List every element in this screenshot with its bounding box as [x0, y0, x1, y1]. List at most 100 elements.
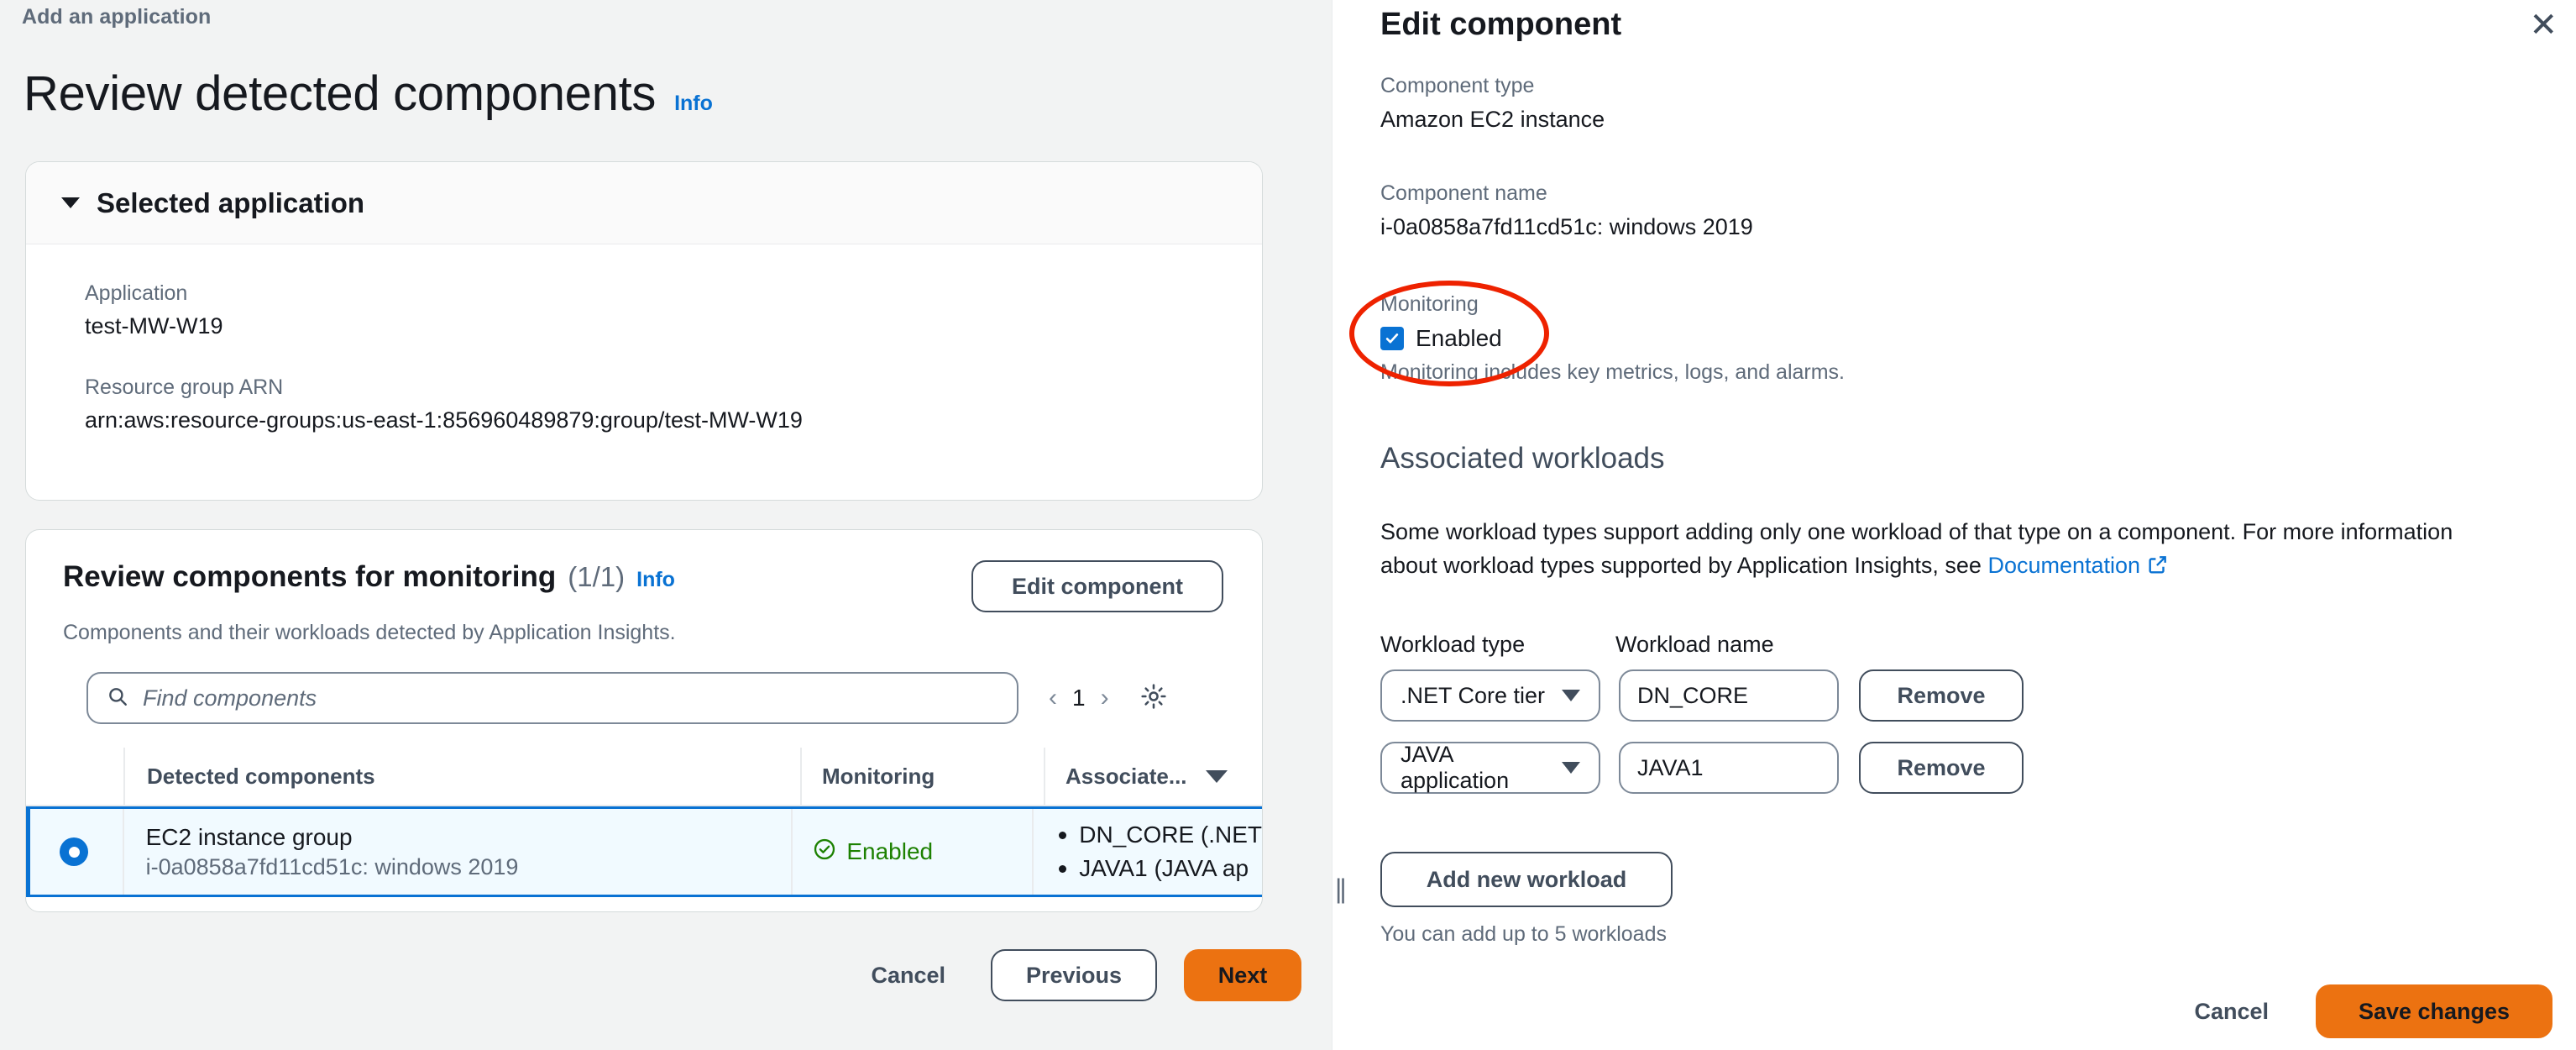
resource-group-arn-value: arn:aws:resource-groups:us-east-1:856960…: [85, 407, 803, 433]
workload-type-select-1[interactable]: .NET Core tier: [1380, 669, 1600, 722]
chevron-down-icon: [1562, 762, 1580, 774]
monitoring-hint-text: Monitoring includes key metrics, logs, a…: [1380, 360, 1846, 384]
list-item: JAVA1 (JAVA ap: [1054, 852, 1262, 885]
column-header-associated[interactable]: Associate...: [1044, 748, 1262, 805]
next-button[interactable]: Next: [1184, 949, 1301, 1001]
review-components-header: Review components for monitoring (1/1) I…: [26, 530, 1262, 612]
chevron-down-icon: [1562, 690, 1580, 701]
panel-splitter[interactable]: ||: [1332, 0, 1347, 1050]
cell-associated-workloads: DN_CORE (.NET JAVA1 (JAVA ap: [1032, 809, 1262, 895]
review-components-count: (1/1): [568, 561, 626, 592]
add-new-workload-button[interactable]: Add new workload: [1380, 852, 1673, 907]
workload-type-select-1-value: .NET Core tier: [1401, 682, 1546, 708]
application-field: Application test-MW-W19: [85, 281, 1262, 339]
review-header-text-block: Review components for monitoring (1/1) I…: [63, 560, 675, 594]
pagination-prev-icon[interactable]: ‹: [1049, 684, 1057, 712]
wizard-footer-actions: Cancel Previous Next: [852, 949, 1301, 1001]
workload-limit-hint: You can add up to 5 workloads: [1380, 922, 1667, 946]
resource-group-arn-field: Resource group ARN arn:aws:resource-grou…: [85, 375, 1262, 433]
external-link-icon[interactable]: [2147, 552, 2169, 585]
page-info-link[interactable]: Info: [674, 92, 713, 116]
splitter-grip-icon[interactable]: ||: [1335, 874, 1347, 905]
pagination: ‹ 1 ›: [1049, 684, 1109, 712]
workload-row: .NET Core tier Remove: [1380, 669, 2024, 722]
list-item: DN_CORE (.NET: [1054, 818, 1262, 852]
edit-component-title: Edit component: [1380, 7, 1622, 42]
workload-type-label: Workload type: [1380, 632, 1526, 657]
application-value: test-MW-W19: [85, 313, 223, 339]
monitoring-enabled-label: Enabled: [1416, 325, 1502, 351]
monitoring-label: Monitoring: [1380, 292, 1479, 316]
row-select-cell[interactable]: [26, 837, 123, 866]
workload-name-input-2[interactable]: [1619, 742, 1839, 794]
collapse-caret-icon[interactable]: [61, 197, 80, 208]
review-components-title: Review components for monitoring: [63, 560, 557, 593]
column-header-associated-label: Associate...: [1065, 763, 1187, 789]
workload-type-select-2[interactable]: JAVA application: [1380, 742, 1600, 794]
component-name-field: Component name i-0a0858a7fd11cd51c: wind…: [1380, 181, 1753, 240]
pagination-page-number[interactable]: 1: [1072, 685, 1086, 711]
sort-descending-icon[interactable]: [1205, 769, 1228, 783]
search-icon: [107, 685, 128, 711]
app-screen: Add an application Review detected compo…: [0, 0, 2576, 1050]
workload-name-label: Workload name: [1615, 632, 1774, 657]
components-table: Detected components Monitoring Associate…: [26, 748, 1262, 897]
selected-application-title: Selected application: [97, 186, 365, 218]
component-type-field: Component type Amazon EC2 instance: [1380, 74, 1605, 133]
cell-monitoring: Enabled: [791, 809, 1032, 895]
component-type-label: Component type: [1380, 74, 1535, 97]
monitoring-status-badge: Enabled: [813, 837, 933, 867]
component-name-value: i-0a0858a7fd11cd51c: windows 2019: [1380, 214, 1753, 239]
find-components-search[interactable]: [86, 672, 1018, 724]
workloads-grid: Workload type Workload name .NET Core ti…: [1380, 632, 2024, 814]
selected-application-header[interactable]: Selected application: [26, 162, 1262, 244]
assoc-desc-line1: Some workload types support adding only …: [1380, 519, 2453, 544]
column-header-associated-inner: Associate...: [1065, 764, 1228, 790]
edit-component-button[interactable]: Edit component: [971, 560, 1223, 612]
associated-workloads-heading: Associated workloads: [1380, 442, 1665, 475]
previous-button[interactable]: Previous: [991, 949, 1157, 1001]
breadcrumb[interactable]: Add an application: [22, 5, 211, 29]
review-components-panel: Review components for monitoring (1/1) I…: [25, 529, 1263, 912]
page-title: Review detected components: [24, 66, 657, 121]
remove-workload-button-2[interactable]: Remove: [1859, 742, 2024, 794]
application-label: Application: [85, 281, 188, 305]
workload-type-select-2-value: JAVA application: [1401, 742, 1510, 793]
table-row[interactable]: EC2 instance group i-0a0858a7fd11cd51c: …: [26, 806, 1262, 897]
table-header-row: Detected components Monitoring Associate…: [26, 748, 1262, 806]
selected-application-body: Application test-MW-W19 Resource group A…: [26, 244, 1262, 433]
monitoring-field: Monitoring Enabled Monitoring includes k…: [1380, 292, 1845, 385]
save-changes-button[interactable]: Save changes: [2316, 984, 2552, 1038]
review-info-link[interactable]: Info: [636, 568, 675, 592]
radio-button-selected[interactable]: [60, 837, 89, 866]
monitoring-status-text: Enabled: [846, 838, 934, 864]
search-input[interactable]: [143, 685, 998, 711]
pagination-next-icon[interactable]: ›: [1101, 684, 1109, 712]
monitoring-enabled-checkbox[interactable]: [1380, 327, 1404, 350]
main-content-pane: Add an application Review detected compo…: [0, 0, 1332, 1050]
remove-workload-button-1[interactable]: Remove: [1859, 669, 2024, 722]
component-group-name: EC2 instance group: [145, 823, 353, 850]
gear-icon[interactable]: [1139, 682, 1168, 715]
radio-inner-dot: [68, 846, 80, 858]
cancel-button[interactable]: Cancel: [852, 949, 964, 1001]
page-title-row: Review detected components Info: [24, 66, 713, 122]
workload-name-input-1[interactable]: [1619, 669, 1839, 722]
cell-detected-component: EC2 instance group i-0a0858a7fd11cd51c: …: [122, 809, 792, 895]
edit-component-footer: Cancel Save changes: [2175, 984, 2552, 1038]
column-header-detected-components[interactable]: Detected components: [123, 748, 800, 805]
close-icon[interactable]: ✕: [2529, 8, 2558, 42]
associated-workloads-description: Some workload types support adding only …: [1380, 516, 2573, 585]
component-name-label: Component name: [1380, 181, 1547, 205]
edit-component-panel: Edit component ✕ Component type Amazon E…: [1347, 0, 2576, 1050]
check-circle-icon: [813, 837, 836, 867]
assoc-desc-line2: about workload types supported by Applic…: [1380, 552, 1988, 578]
column-header-monitoring[interactable]: Monitoring: [800, 748, 1044, 805]
monitoring-checkbox-row[interactable]: Enabled: [1380, 325, 1845, 352]
documentation-link[interactable]: Documentation: [1987, 553, 2140, 578]
component-type-value: Amazon EC2 instance: [1380, 107, 1605, 132]
associated-workloads-list: DN_CORE (.NET JAVA1 (JAVA ap: [1054, 818, 1262, 885]
workload-row: JAVA application Remove: [1380, 742, 2024, 794]
cancel-edit-button[interactable]: Cancel: [2175, 984, 2287, 1038]
resource-group-arn-label: Resource group ARN: [85, 375, 284, 399]
